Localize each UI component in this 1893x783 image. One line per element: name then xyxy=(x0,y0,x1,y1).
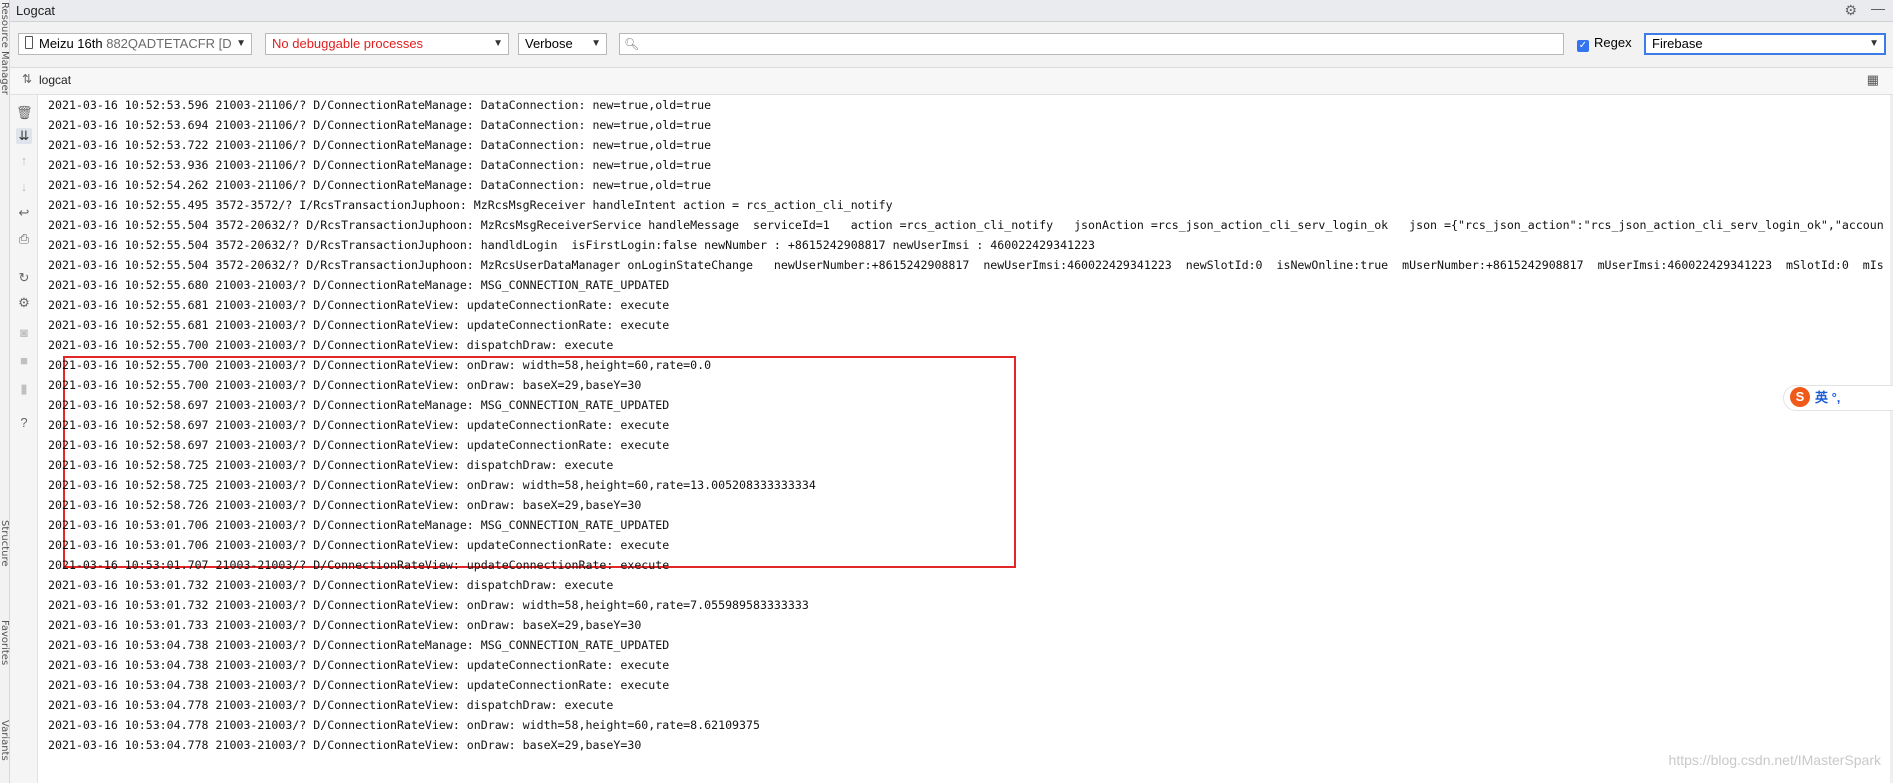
minimize-icon[interactable]: — xyxy=(1871,0,1885,16)
settings-icon[interactable]: ⚙ xyxy=(16,295,32,311)
log-line[interactable]: 2021-03-16 10:52:55.504 3572-20632/? D/R… xyxy=(48,235,1095,255)
log-line[interactable]: 2021-03-16 10:52:58.697 21003-21003/? D/… xyxy=(48,415,669,435)
log-line[interactable]: 2021-03-16 10:53:01.706 21003-21003/? D/… xyxy=(48,535,669,555)
device-serial: 882QADTETACFR [D xyxy=(106,36,232,51)
log-line[interactable]: 2021-03-16 10:52:53.722 21003-21106/? D/… xyxy=(48,135,711,155)
terminate-icon[interactable]: ▮ xyxy=(16,381,32,397)
log-line[interactable]: 2021-03-16 10:53:01.732 21003-21003/? D/… xyxy=(48,575,613,595)
layout-icon[interactable]: ▦ xyxy=(1867,72,1879,88)
log-line[interactable]: 2021-03-16 10:52:55.681 21003-21003/? D/… xyxy=(48,315,669,335)
gear-icon[interactable]: ⚙ xyxy=(1844,2,1857,19)
log-line[interactable]: 2021-03-16 10:53:01.733 21003-21003/? D/… xyxy=(48,615,641,635)
process-selector[interactable]: No debuggable processes ▼ xyxy=(265,33,509,55)
log-line[interactable]: 2021-03-16 10:53:04.778 21003-21003/? D/… xyxy=(48,715,760,735)
ime-logo: S xyxy=(1790,387,1810,407)
log-line[interactable]: 2021-03-16 10:53:04.778 21003-21003/? D/… xyxy=(48,735,641,755)
log-line[interactable]: 2021-03-16 10:53:04.738 21003-21003/? D/… xyxy=(48,655,669,675)
log-line[interactable]: 2021-03-16 10:52:55.700 21003-21003/? D/… xyxy=(48,355,711,375)
scroll-to-end-icon[interactable]: ⇊ xyxy=(16,128,32,144)
screen-record-icon[interactable]: ■ xyxy=(16,353,32,368)
log-line[interactable]: 2021-03-16 10:52:55.700 21003-21003/? D/… xyxy=(48,375,641,395)
log-line[interactable]: 2021-03-16 10:52:53.694 21003-21106/? D/… xyxy=(48,115,711,135)
log-line[interactable]: 2021-03-16 10:52:53.596 21003-21106/? D/… xyxy=(48,95,711,115)
trash-icon[interactable]: 🗑︎ xyxy=(16,105,33,121)
log-line[interactable]: 2021-03-16 10:52:55.680 21003-21003/? D/… xyxy=(48,275,669,295)
log-line[interactable]: 2021-03-16 10:52:55.700 21003-21003/? D/… xyxy=(48,335,613,355)
log-level-selector[interactable]: Verbose ▼ xyxy=(518,33,607,55)
log-line[interactable]: 2021-03-16 10:53:01.706 21003-21003/? D/… xyxy=(48,515,669,535)
left-tool-strip: Resource Manager Structure Favorites Bui… xyxy=(0,0,21,783)
log-line[interactable]: 2021-03-16 10:53:01.707 21003-21003/? D/… xyxy=(48,555,669,575)
filter-configuration-selector[interactable]: Firebase ▼ xyxy=(1644,33,1886,55)
regex-label: Regex xyxy=(1594,35,1632,50)
log-line[interactable]: 2021-03-16 10:52:54.262 21003-21106/? D/… xyxy=(48,175,711,195)
chevron-down-icon: ▼ xyxy=(236,38,246,49)
log-line[interactable]: 2021-03-16 10:52:53.936 21003-21106/? D/… xyxy=(48,155,711,175)
log-level-label: Verbose xyxy=(525,36,573,51)
filter-label: Firebase xyxy=(1652,36,1703,51)
logcat-toolbar: Meizu 16th 882QADTETACFR [D ▼ No debugga… xyxy=(10,22,1893,68)
log-line[interactable]: 2021-03-16 10:52:55.681 21003-21003/? D/… xyxy=(48,295,669,315)
up-arrow-icon[interactable]: ↑ xyxy=(16,153,32,168)
print-icon[interactable]: ⎙ xyxy=(16,231,32,247)
log-line[interactable]: 2021-03-16 10:53:04.778 21003-21003/? D/… xyxy=(48,695,613,715)
window-title: Logcat xyxy=(16,3,56,18)
watermark: https://blog.csdn.net/IMasterSpark xyxy=(1668,752,1881,768)
log-line[interactable]: 2021-03-16 10:52:58.725 21003-21003/? D/… xyxy=(48,455,613,475)
search-icon: 🔍︎ xyxy=(624,37,640,51)
log-line[interactable]: 2021-03-16 10:53:04.738 21003-21003/? D/… xyxy=(48,635,669,655)
tab-icon: ⇅ xyxy=(22,72,33,86)
phone-icon xyxy=(25,36,33,49)
device-selector[interactable]: Meizu 16th 882QADTETACFR [D ▼ xyxy=(18,33,252,55)
log-line[interactable]: 2021-03-16 10:52:55.504 3572-20632/? D/R… xyxy=(48,215,1884,235)
log-line[interactable]: 2021-03-16 10:52:58.697 21003-21003/? D/… xyxy=(48,395,669,415)
log-line[interactable]: 2021-03-16 10:52:58.725 21003-21003/? D/… xyxy=(48,475,816,495)
log-line[interactable]: 2021-03-16 10:52:58.726 21003-21003/? D/… xyxy=(48,495,641,515)
regex-checkbox[interactable]: ✓ Regex xyxy=(1577,35,1632,52)
screenshot-icon[interactable]: ◙ xyxy=(16,325,32,340)
checkmark-icon: ✓ xyxy=(1577,40,1589,52)
chevron-down-icon: ▼ xyxy=(1869,38,1879,49)
down-arrow-icon[interactable]: ↓ xyxy=(16,179,32,194)
log-output[interactable]: 2021-03-16 10:52:53.596 21003-21106/? D/… xyxy=(38,95,1893,783)
logcat-side-toolbar: 🗑︎ ⇊ ↑ ↓ ↩ ⎙ ↻ ⚙ ◙ ■ ▮ ? xyxy=(10,95,38,783)
search-input[interactable]: 🔍︎ xyxy=(619,33,1564,55)
tab-logcat[interactable]: logcat xyxy=(39,73,71,87)
favorites-tab[interactable]: Favorites xyxy=(0,620,10,665)
log-line[interactable]: 2021-03-16 10:52:58.697 21003-21003/? D/… xyxy=(48,435,669,455)
log-line[interactable]: 2021-03-16 10:52:55.495 3572-3572/? I/Rc… xyxy=(48,195,893,215)
ime-text: 英 °, xyxy=(1815,390,1841,405)
log-line[interactable]: 2021-03-16 10:52:55.504 3572-20632/? D/R… xyxy=(48,255,1884,275)
resource-manager-tab[interactable]: Resource Manager xyxy=(0,2,10,95)
logcat-tab-row: ⇅ logcat ▦ xyxy=(10,68,1893,95)
process-label: No debuggable processes xyxy=(272,36,424,51)
chevron-down-icon: ▼ xyxy=(591,38,601,49)
log-line[interactable]: 2021-03-16 10:53:01.732 21003-21003/? D/… xyxy=(48,595,809,615)
structure-tab[interactable]: Structure xyxy=(0,520,10,567)
log-line[interactable]: 2021-03-16 10:53:04.738 21003-21003/? D/… xyxy=(48,675,669,695)
restart-icon[interactable]: ↻ xyxy=(16,270,32,286)
help-icon[interactable]: ? xyxy=(16,415,32,430)
ime-indicator[interactable]: S 英 °, xyxy=(1783,385,1893,411)
device-name: Meizu 16th xyxy=(39,36,103,51)
soft-wrap-icon[interactable]: ↩ xyxy=(16,205,32,221)
chevron-down-icon: ▼ xyxy=(493,38,503,49)
title-bar: Logcat ⚙ — xyxy=(10,0,1893,22)
